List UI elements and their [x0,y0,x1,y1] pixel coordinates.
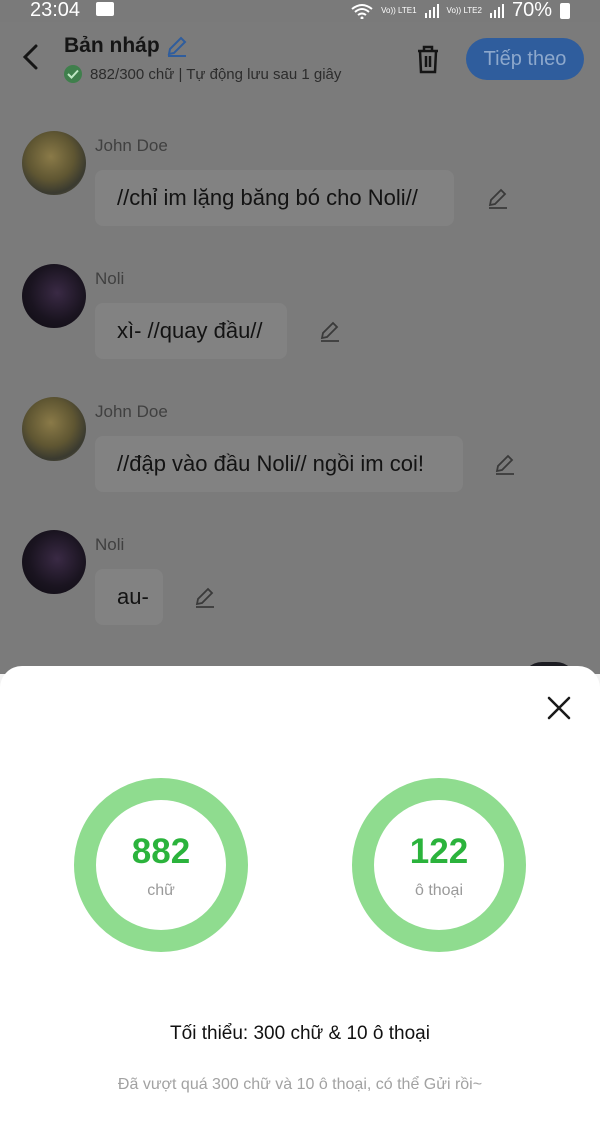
sender-name: John Doe [95,402,168,421]
stats-bottom-sheet: 882 chữ 122 ô thoại Tối thiểu: 300 chữ &… [0,666,600,1143]
chat-bubble-icon [96,2,114,16]
chat-area: John Doe //chỉ im lặng băng bó cho Noli/… [0,94,600,674]
requirement-note: Đã vượt quá 300 chữ và 10 ô thoại, có th… [117,1076,483,1093]
next-button[interactable]: Tiếp theo [466,38,584,80]
words-label: chữ [147,882,175,899]
message-bubble[interactable]: au- [95,569,163,625]
avatar[interactable] [22,397,86,461]
title-row: Bản nháp [64,34,188,58]
page-title: Bản nháp [64,34,160,57]
dialogs-count: 122 [409,832,469,871]
words-ring: 882 chữ [74,778,248,952]
sender-name: John Doe [95,136,168,155]
pencil-icon[interactable] [166,35,188,57]
message-bubble[interactable]: //đập vào đầu Noli// ngồi im coi! [95,436,463,492]
avatar[interactable] [22,264,86,328]
edit-icon[interactable] [486,186,510,210]
check-icon [64,65,82,83]
dialogs-label: ô thoại [414,882,464,899]
autosave-row: 882/300 chữ | Tự động lưu sau 1 giây [64,65,341,83]
battery-icon [560,2,570,19]
sim2-label: Vo)) LTE2 [446,6,482,15]
status-bar: 23:04 Vo)) LTE1 Vo)) LTE2 70% [0,0,600,22]
words-count: 882 [131,832,191,871]
sender-name: Noli [95,269,125,288]
minimum-requirement: Tối thiểu: 300 chữ & 10 ô thoại [170,1023,430,1044]
status-indicators: Vo)) LTE1 Vo)) LTE2 70% [351,0,570,22]
avatar[interactable] [22,530,86,594]
close-icon[interactable] [546,695,572,721]
trash-icon[interactable] [414,44,442,74]
wifi-icon [351,3,373,19]
header: Bản nháp 882/300 chữ | Tự động lưu sau 1… [0,22,600,94]
status-time: 23:04 [30,0,81,21]
signal-icon [489,3,504,18]
sim1-label: Vo)) LTE1 [381,6,417,15]
back-arrow-icon[interactable] [20,44,44,70]
edit-icon[interactable] [318,319,342,343]
edit-icon[interactable] [193,585,217,609]
message-bubble[interactable]: xì- //quay đầu// [95,303,287,359]
edit-icon[interactable] [493,452,517,476]
avatar[interactable] [22,131,86,195]
signal-icon [424,3,439,18]
battery-percent: 70% [511,0,552,21]
message-bubble[interactable]: //chỉ im lặng băng bó cho Noli// [95,170,454,226]
dialogs-ring: 122 ô thoại [352,778,526,952]
sender-name: Noli [95,535,125,554]
autosave-status: 882/300 chữ | Tự động lưu sau 1 giây [90,65,342,83]
